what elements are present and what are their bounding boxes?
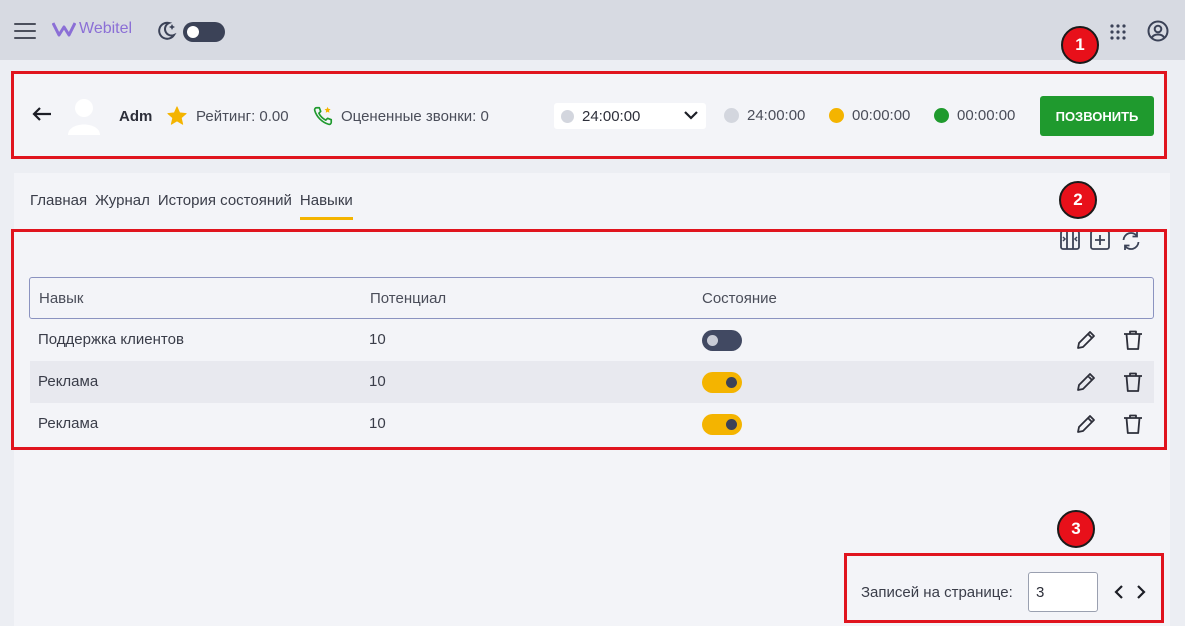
stat-dot <box>724 108 739 123</box>
switch-knob <box>726 419 737 430</box>
edit-pencil-icon[interactable] <box>1075 371 1097 393</box>
column-header-skill[interactable]: Навык <box>39 290 84 307</box>
star-icon <box>167 106 187 125</box>
delete-trash-icon[interactable] <box>1122 329 1144 351</box>
rated-call-icon <box>313 106 333 126</box>
logo-text: Webitel <box>79 20 133 37</box>
pagination: Записей на странице: <box>844 564 1160 620</box>
delete-trash-icon[interactable] <box>1122 371 1144 393</box>
delete-trash-icon[interactable] <box>1122 413 1144 435</box>
agent-header-card: Adm Рейтинг: 0.00 Оцененные звонки: 0 24… <box>14 73 1164 157</box>
tab-skills[interactable]: Навыки <box>299 192 353 220</box>
annotation-marker: 3 <box>1057 510 1095 548</box>
theme-toggle[interactable] <box>183 22 225 42</box>
column-header-capacity[interactable]: Потенциал <box>370 290 446 307</box>
table-row: Реклама 10 <box>30 361 1154 403</box>
status-stat-online: 00:00:00 <box>934 107 1015 124</box>
logo: Webitel <box>52 20 132 38</box>
table-header: Навык Потенциал Состояние <box>29 277 1154 319</box>
column-select-icon[interactable] <box>1060 230 1080 257</box>
stat-value: 00:00:00 <box>957 107 1016 124</box>
annotation-marker: 2 <box>1059 181 1097 219</box>
tabs: Главная Журнал История состояний Навыки <box>30 192 353 220</box>
chevron-left-icon[interactable] <box>1114 585 1124 599</box>
refresh-icon[interactable] <box>1120 230 1142 257</box>
skill-capacity: 10 <box>369 373 386 390</box>
rated-calls-text: Оцененные звонки: 0 <box>341 108 489 125</box>
state-switch[interactable] <box>702 414 742 435</box>
skill-capacity: 10 <box>369 331 386 348</box>
webitel-logo-icon <box>52 22 76 37</box>
moon-icon <box>158 21 177 40</box>
switch-knob <box>726 377 737 388</box>
call-button[interactable]: ПОЗВОНИТЬ <box>1040 96 1154 136</box>
add-icon[interactable] <box>1090 230 1110 257</box>
toggle-knob <box>187 26 199 38</box>
stat-value: 00:00:00 <box>852 107 911 124</box>
state-switch[interactable] <box>702 372 742 393</box>
switch-knob <box>707 335 718 346</box>
table-row: Реклама 10 <box>30 403 1154 445</box>
status-select[interactable]: 24:00:00 <box>554 103 706 129</box>
back-arrow-icon[interactable] <box>32 107 52 121</box>
account-icon[interactable] <box>1147 20 1169 42</box>
menu-icon[interactable] <box>14 23 36 41</box>
chevron-down-icon <box>684 111 698 120</box>
edit-pencil-icon[interactable] <box>1075 329 1097 351</box>
status-stat-offline: 24:00:00 <box>724 107 805 124</box>
status-stat-pause: 00:00:00 <box>829 107 910 124</box>
column-header-state[interactable]: Состояние <box>702 290 777 307</box>
avatar <box>68 99 100 135</box>
tab-main[interactable]: Главная <box>30 192 87 220</box>
annotation-marker: 1 <box>1061 26 1099 64</box>
stat-dot <box>829 108 844 123</box>
chevron-right-icon[interactable] <box>1136 585 1146 599</box>
stat-value: 24:00:00 <box>747 107 806 124</box>
edit-pencil-icon[interactable] <box>1075 413 1097 435</box>
status-select-value: 24:00:00 <box>582 108 641 125</box>
skill-capacity: 10 <box>369 415 386 432</box>
table-actions <box>1060 230 1142 257</box>
status-dot <box>561 110 574 123</box>
skill-name: Поддержка клиентов <box>38 331 184 348</box>
per-page-input[interactable] <box>1028 572 1098 612</box>
tab-journal[interactable]: Журнал <box>95 192 150 220</box>
table-row: Поддержка клиентов 10 <box>30 319 1154 361</box>
skill-name: Реклама <box>38 373 99 390</box>
top-bar: Webitel <box>0 0 1185 60</box>
apps-grid-icon[interactable] <box>1110 24 1126 40</box>
agent-name: Adm <box>119 108 153 125</box>
per-page-label: Записей на странице: <box>861 584 1013 601</box>
skill-name: Реклама <box>38 415 99 432</box>
rating-text: Рейтинг: 0.00 <box>196 108 289 125</box>
stat-dot <box>934 108 949 123</box>
main-content: Главная Журнал История состояний Навыки <box>14 173 1170 626</box>
tab-state-history[interactable]: История состояний <box>158 192 292 220</box>
state-switch[interactable] <box>702 330 742 351</box>
